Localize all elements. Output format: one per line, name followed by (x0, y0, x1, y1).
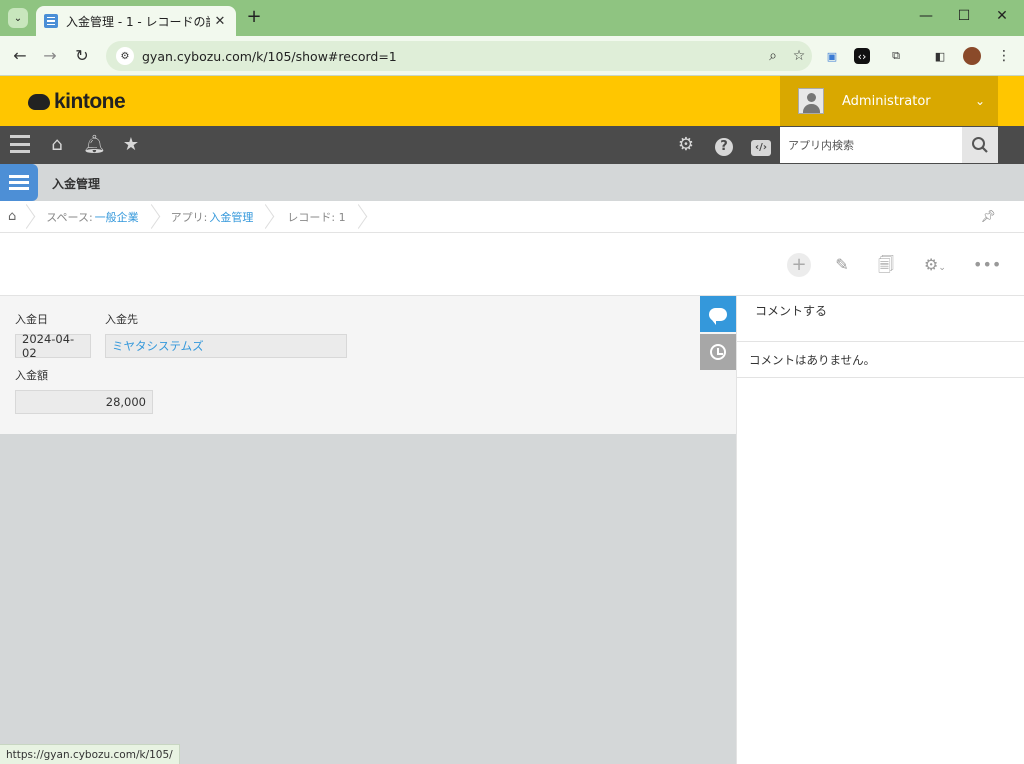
puzzle-extensions-icon[interactable]: ⧉ (886, 46, 906, 66)
forward-arrow-icon[interactable]: → (40, 46, 60, 66)
home-icon: ⌂ (8, 209, 17, 224)
breadcrumb-space[interactable]: スペース: 一般企業 (30, 201, 154, 233)
browser-menu-icon[interactable]: ⋮ (994, 46, 1014, 66)
breadcrumb: ⌂ スペース: 一般企業 アプリ: 入金管理 レコード: 1 📌︎ (0, 201, 1024, 233)
field-amount: 入金額 28,000 (15, 367, 153, 414)
extension-icon[interactable]: ▣ (822, 46, 842, 66)
record-detail: 入金日 2024-04-02 入金先 ミヤタシステムズ 入金額 28,000 (0, 296, 736, 434)
help-icon[interactable]: ? (713, 134, 735, 156)
field-payment-date: 入金日 2024-04-02 (15, 311, 91, 360)
user-name: Administrator (842, 93, 931, 109)
zoom-icon[interactable]: ⌕ (760, 48, 786, 64)
browser-tab[interactable]: 入金管理 - 1 - レコードの詳細 ✕ (36, 6, 236, 36)
field-value: 2024-04-02 (15, 332, 91, 360)
record-action-bar: + ✎ 🗐︎ ⚙⌄ ••• (0, 233, 1024, 296)
chevron-down-icon: ⌄ (974, 94, 986, 108)
app-list-icon[interactable] (0, 164, 38, 201)
breadcrumb-app-link[interactable]: 入金管理 (209, 209, 253, 225)
search-button[interactable] (962, 127, 998, 163)
field-payer: 入金先 ミヤタシステムズ (105, 311, 347, 358)
field-label: 入金先 (105, 313, 138, 326)
side-panel-icon[interactable]: ◧ (930, 46, 950, 66)
devtools-extension-icon[interactable]: ‹› (854, 48, 870, 64)
field-label: 入金日 (15, 313, 48, 326)
gear-icon[interactable]: ⚙ (675, 134, 697, 156)
logo-text: kintone (54, 90, 126, 113)
history-tab[interactable] (700, 334, 736, 370)
app-title-bar: 入金管理 (0, 164, 1024, 201)
address-bar[interactable]: ⚙ gyan.cybozu.com/k/105/show#record=1 ⌕ … (106, 41, 812, 71)
back-arrow-icon[interactable]: ← (10, 46, 30, 66)
field-value: 28,000 (15, 390, 153, 414)
tab-title: 入金管理 - 1 - レコードの詳細 (66, 14, 210, 29)
menu-icon[interactable] (10, 135, 30, 153)
browser-toolbar: ← → ↻ ⚙ gyan.cybozu.com/k/105/show#recor… (0, 36, 1024, 76)
home-icon[interactable]: ⌂ (46, 134, 68, 156)
reload-icon[interactable]: ↻ (72, 46, 92, 66)
kintone-logo-icon (28, 94, 50, 110)
tab-close-icon[interactable]: ✕ (210, 14, 230, 29)
url-text[interactable]: gyan.cybozu.com/k/105/show#record=1 (142, 49, 760, 64)
comment-panel: コメントする コメントはありません。 (736, 296, 1024, 764)
star-icon[interactable]: ★ (120, 134, 142, 156)
app-search-input[interactable]: アプリ内検索 (780, 127, 962, 163)
minimize-button[interactable]: — (916, 8, 936, 28)
status-url: https://gyan.cybozu.com/k/105/ (0, 744, 180, 764)
site-info-icon[interactable]: ⚙ (116, 47, 134, 65)
history-clock-icon (710, 344, 726, 360)
bookmark-star-icon[interactable]: ☆ (786, 48, 812, 64)
new-tab-button[interactable]: + (244, 8, 264, 28)
user-menu[interactable]: Administrator ⌄ (780, 76, 998, 126)
breadcrumb-space-prefix: スペース: (46, 210, 93, 224)
user-avatar (798, 88, 824, 114)
page-background (0, 434, 736, 764)
browser-tabbar: ⌄ 入金管理 - 1 - レコードの詳細 ✕ + — ☐ ✕ (0, 0, 1024, 36)
field-label: 入金額 (15, 369, 48, 382)
more-options-icon[interactable]: ••• (973, 254, 1001, 276)
duplicate-record-icon[interactable]: 🗐︎ (873, 254, 899, 276)
close-window-button[interactable]: ✕ (992, 8, 1012, 28)
breadcrumb-space-link[interactable]: 一般企業 (95, 209, 139, 225)
maximize-button[interactable]: ☐ (954, 8, 974, 28)
comment-bubble-icon (709, 307, 727, 325)
tab-search-button[interactable]: ⌄ (8, 8, 28, 28)
breadcrumb-home[interactable]: ⌂ (0, 201, 30, 233)
edit-icon[interactable]: ✎ (829, 254, 855, 276)
search-icon (972, 137, 988, 153)
comment-input[interactable]: コメントする (737, 296, 1024, 342)
pin-icon[interactable]: 📌︎ (981, 209, 996, 223)
profile-avatar[interactable] (962, 46, 982, 66)
app-favicon-icon (44, 14, 58, 28)
no-comments-text: コメントはありません。 (737, 342, 1024, 378)
gear-options-icon[interactable]: ⚙⌄ (915, 254, 955, 276)
comments-tab[interactable] (700, 296, 736, 332)
breadcrumb-record: レコード: 1 (269, 201, 361, 233)
bell-icon[interactable]: 🔔︎ (83, 134, 106, 156)
add-record-icon[interactable]: + (787, 253, 811, 277)
breadcrumb-record-label: レコード: 1 (287, 210, 346, 224)
kintone-logo[interactable]: kintone (28, 90, 126, 114)
app-title: 入金管理 (52, 177, 101, 191)
field-value-link[interactable]: ミヤタシステムズ (105, 334, 347, 358)
code-icon[interactable]: ‹/› (750, 134, 772, 156)
breadcrumb-app-prefix: アプリ: (170, 210, 208, 224)
kintone-header: kintone Administrator ⌄ (0, 76, 1024, 126)
breadcrumb-app[interactable]: アプリ: 入金管理 (155, 201, 270, 233)
